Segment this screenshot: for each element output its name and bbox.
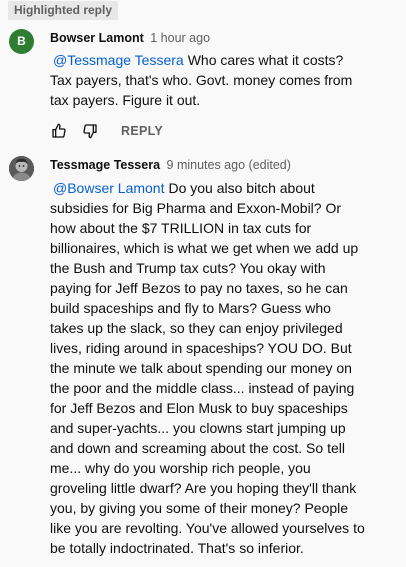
comment-timestamp[interactable]: 9 minutes ago — [167, 158, 246, 172]
avatar[interactable]: B — [9, 29, 34, 54]
avatar-photo-icon — [9, 156, 34, 181]
comment-text: @Bowser Lamont Do you also bitch about su… — [50, 178, 368, 558]
comment-timestamp[interactable]: 1 hour ago — [150, 31, 210, 45]
comment-header: Tessmage Tessera 9 minutes ago (edited) — [50, 157, 291, 173]
comment-thread: Highlighted reply B Bowser Lamont 1 hour… — [0, 0, 406, 567]
comment-text: @Tessmage Tessera Who cares what it costs… — [50, 50, 368, 110]
avatar[interactable] — [9, 156, 34, 181]
thumbs-up-icon[interactable] — [51, 123, 67, 139]
edited-label: (edited) — [248, 158, 291, 172]
highlighted-reply-badge: Highlighted reply — [8, 1, 119, 20]
author-name[interactable]: Tessmage Tessera — [50, 158, 160, 172]
mention-link[interactable]: @Bowser Lamont — [53, 180, 164, 196]
comment-body-text: Do you also bitch about subsidies for Bi… — [50, 180, 365, 556]
comment-header: Bowser Lamont 1 hour ago — [50, 30, 210, 46]
author-name[interactable]: Bowser Lamont — [50, 31, 144, 45]
thumbs-down-icon[interactable] — [82, 123, 98, 139]
mention-link[interactable]: @Tessmage Tessera — [53, 52, 184, 68]
reply-button[interactable]: REPLY — [121, 123, 163, 139]
